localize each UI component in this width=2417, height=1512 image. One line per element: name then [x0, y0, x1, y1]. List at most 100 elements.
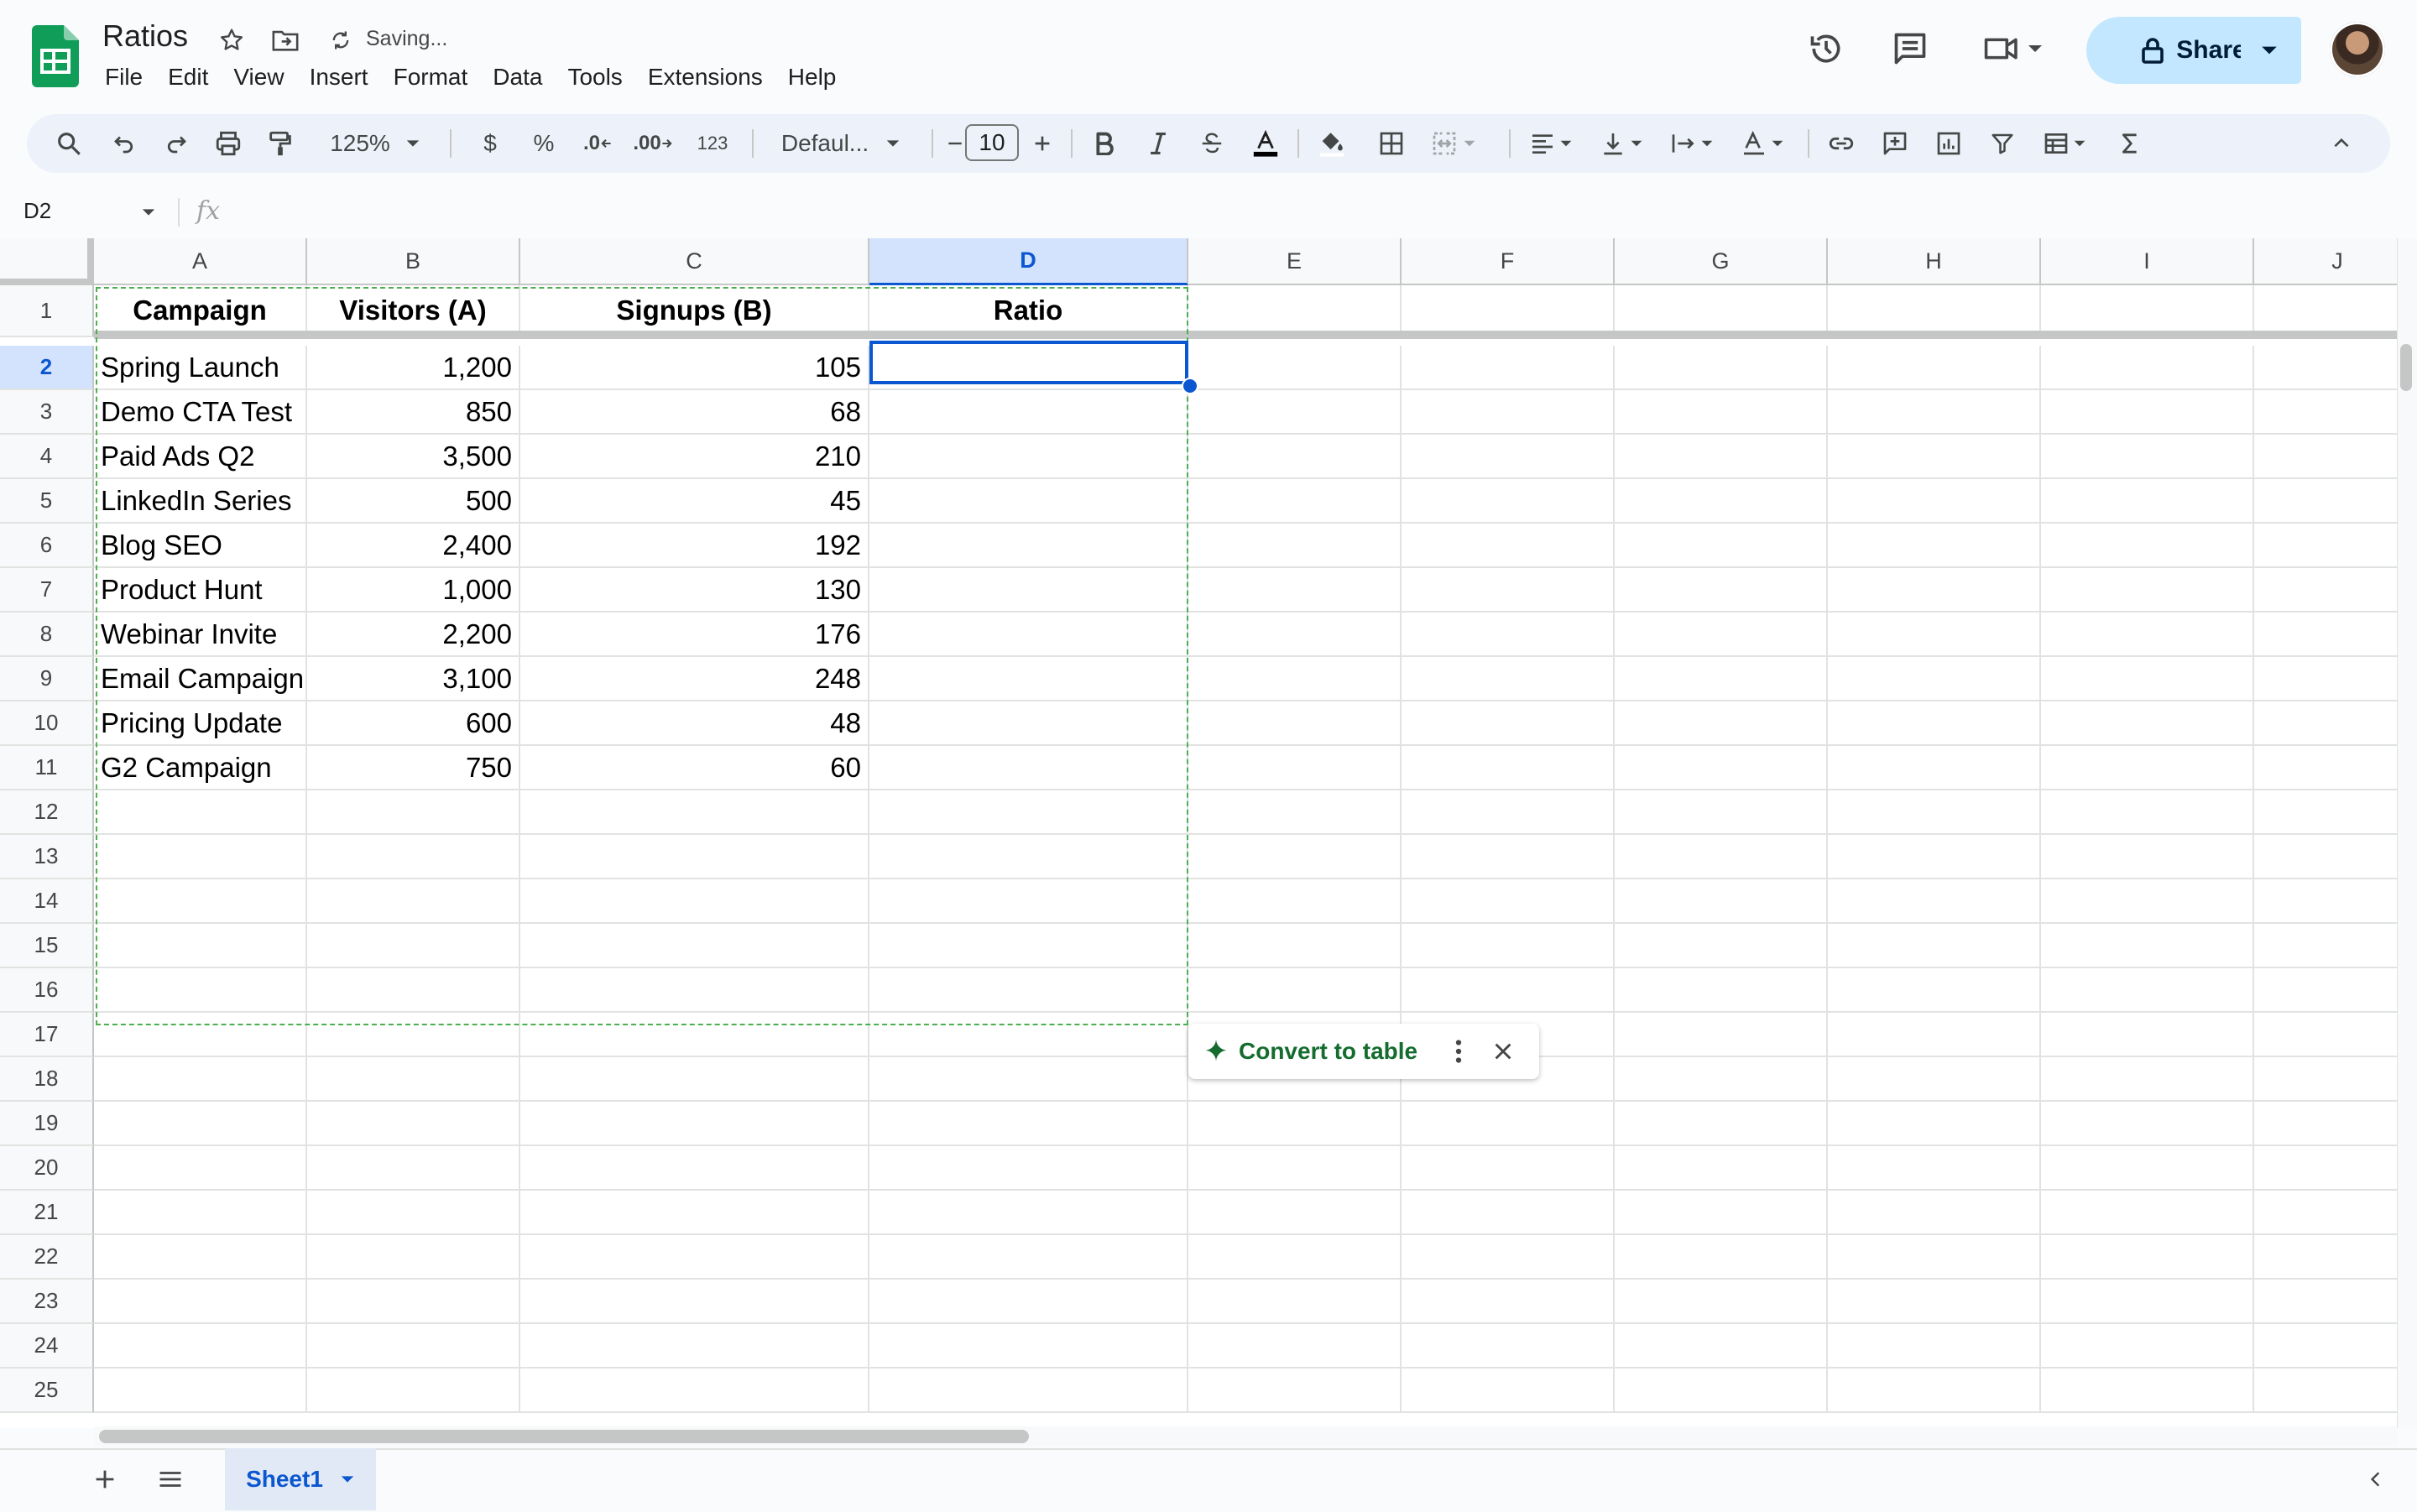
- cell-h20[interactable]: [1828, 1146, 2041, 1191]
- cell-j25[interactable]: [2254, 1369, 2397, 1413]
- cell-b14[interactable]: [307, 879, 520, 924]
- cell-b1[interactable]: Visitors (A): [307, 285, 520, 337]
- cell-b8[interactable]: 2,200: [307, 613, 520, 657]
- cell-g7[interactable]: [1615, 568, 1828, 613]
- cell-j6[interactable]: [2254, 524, 2397, 568]
- cell-d3[interactable]: [869, 390, 1188, 435]
- cell-i24[interactable]: [2041, 1324, 2254, 1369]
- cell-d5[interactable]: [869, 479, 1188, 524]
- frozen-row-divider[interactable]: [94, 331, 2397, 339]
- cell-c3[interactable]: 68: [520, 390, 869, 435]
- cell-b13[interactable]: [307, 835, 520, 879]
- cell-i2[interactable]: [2041, 346, 2254, 390]
- cell-i6[interactable]: [2041, 524, 2254, 568]
- convert-to-table-chip[interactable]: Convert to table: [1188, 1024, 1539, 1079]
- cell-a15[interactable]: [94, 924, 307, 968]
- cell-g15[interactable]: [1615, 924, 1828, 968]
- cell-d8[interactable]: [869, 613, 1188, 657]
- cell-h16[interactable]: [1828, 968, 2041, 1013]
- table-view-icon[interactable]: [2031, 114, 2098, 173]
- row-header-5[interactable]: 5: [0, 479, 94, 524]
- cell-j14[interactable]: [2254, 879, 2397, 924]
- menu-tools[interactable]: Tools: [555, 59, 634, 96]
- cell-c19[interactable]: [520, 1102, 869, 1146]
- row-header-1[interactable]: 1: [0, 285, 94, 337]
- cell-j4[interactable]: [2254, 435, 2397, 479]
- row-header-16[interactable]: 16: [0, 968, 94, 1013]
- sheet-tab-sheet1[interactable]: Sheet1: [225, 1448, 376, 1510]
- cell-i15[interactable]: [2041, 924, 2254, 968]
- horizontal-align-icon[interactable]: [1517, 114, 1584, 173]
- cell-b19[interactable]: [307, 1102, 520, 1146]
- add-sheet-icon[interactable]: [84, 1458, 126, 1500]
- menu-insert[interactable]: Insert: [297, 59, 381, 96]
- cell-j1[interactable]: [2254, 285, 2397, 337]
- row-header-6[interactable]: 6: [0, 524, 94, 568]
- cell-a6[interactable]: Blog SEO: [94, 524, 307, 568]
- cell-e8[interactable]: [1188, 613, 1402, 657]
- cell-h18[interactable]: [1828, 1057, 2041, 1102]
- cell-a21[interactable]: [94, 1191, 307, 1235]
- cell-g16[interactable]: [1615, 968, 1828, 1013]
- cell-j10[interactable]: [2254, 701, 2397, 746]
- cell-g2[interactable]: [1615, 346, 1828, 390]
- row-header-7[interactable]: 7: [0, 568, 94, 613]
- cell-a11[interactable]: G2 Campaign: [94, 746, 307, 790]
- cell-i11[interactable]: [2041, 746, 2254, 790]
- cell-a16[interactable]: [94, 968, 307, 1013]
- cell-j5[interactable]: [2254, 479, 2397, 524]
- cell-a8[interactable]: Webinar Invite: [94, 613, 307, 657]
- row-header-3[interactable]: 3: [0, 390, 94, 435]
- paint-format-icon[interactable]: [257, 114, 304, 173]
- cell-j9[interactable]: [2254, 657, 2397, 701]
- cell-h23[interactable]: [1828, 1280, 2041, 1324]
- cell-j22[interactable]: [2254, 1235, 2397, 1280]
- font-family-select[interactable]: Defaul...: [757, 114, 925, 173]
- cell-j20[interactable]: [2254, 1146, 2397, 1191]
- row-header-9[interactable]: 9: [0, 657, 94, 701]
- explore-collapse-icon[interactable]: [2355, 1458, 2397, 1500]
- cell-b9[interactable]: 3,100: [307, 657, 520, 701]
- cell-d14[interactable]: [869, 879, 1188, 924]
- cell-b10[interactable]: 600: [307, 701, 520, 746]
- row-header-19[interactable]: 19: [0, 1102, 94, 1146]
- cell-f16[interactable]: [1402, 968, 1615, 1013]
- cell-h9[interactable]: [1828, 657, 2041, 701]
- cell-h6[interactable]: [1828, 524, 2041, 568]
- cell-h14[interactable]: [1828, 879, 2041, 924]
- print-icon[interactable]: [205, 114, 252, 173]
- cell-d25[interactable]: [869, 1369, 1188, 1413]
- cell-j3[interactable]: [2254, 390, 2397, 435]
- undo-icon[interactable]: [101, 114, 148, 173]
- row-header-10[interactable]: 10: [0, 701, 94, 746]
- row-header-25[interactable]: 25: [0, 1369, 94, 1413]
- cell-f4[interactable]: [1402, 435, 1615, 479]
- cell-a10[interactable]: Pricing Update: [94, 701, 307, 746]
- row-header-13[interactable]: 13: [0, 835, 94, 879]
- spreadsheet-grid[interactable]: ABCDEFGHIJ 1 2 3 4 5 6 7 8 9 10 11 12 13 14 15 16 17 18 19…: [0, 238, 2397, 1428]
- cell-i22[interactable]: [2041, 1235, 2254, 1280]
- cell-h21[interactable]: [1828, 1191, 2041, 1235]
- increase-decimal-button[interactable]: .00: [626, 114, 680, 173]
- cell-b17[interactable]: [307, 1013, 520, 1057]
- cell-g17[interactable]: [1615, 1013, 1828, 1057]
- comments-icon[interactable]: [1887, 25, 1934, 72]
- cell-a13[interactable]: [94, 835, 307, 879]
- cell-d4[interactable]: [869, 435, 1188, 479]
- cell-h1[interactable]: [1828, 285, 2041, 337]
- cell-g22[interactable]: [1615, 1235, 1828, 1280]
- cell-a12[interactable]: [94, 790, 307, 835]
- cell-e10[interactable]: [1188, 701, 1402, 746]
- cell-c21[interactable]: [520, 1191, 869, 1235]
- cell-g12[interactable]: [1615, 790, 1828, 835]
- cell-c4[interactable]: 210: [520, 435, 869, 479]
- cell-i14[interactable]: [2041, 879, 2254, 924]
- row-header-4[interactable]: 4: [0, 435, 94, 479]
- column-header-g[interactable]: G: [1615, 238, 1828, 285]
- column-header-j[interactable]: J: [2254, 238, 2397, 285]
- row-header-24[interactable]: 24: [0, 1324, 94, 1369]
- menu-format[interactable]: Format: [381, 59, 481, 96]
- cell-h12[interactable]: [1828, 790, 2041, 835]
- cell-b7[interactable]: 1,000: [307, 568, 520, 613]
- cell-i25[interactable]: [2041, 1369, 2254, 1413]
